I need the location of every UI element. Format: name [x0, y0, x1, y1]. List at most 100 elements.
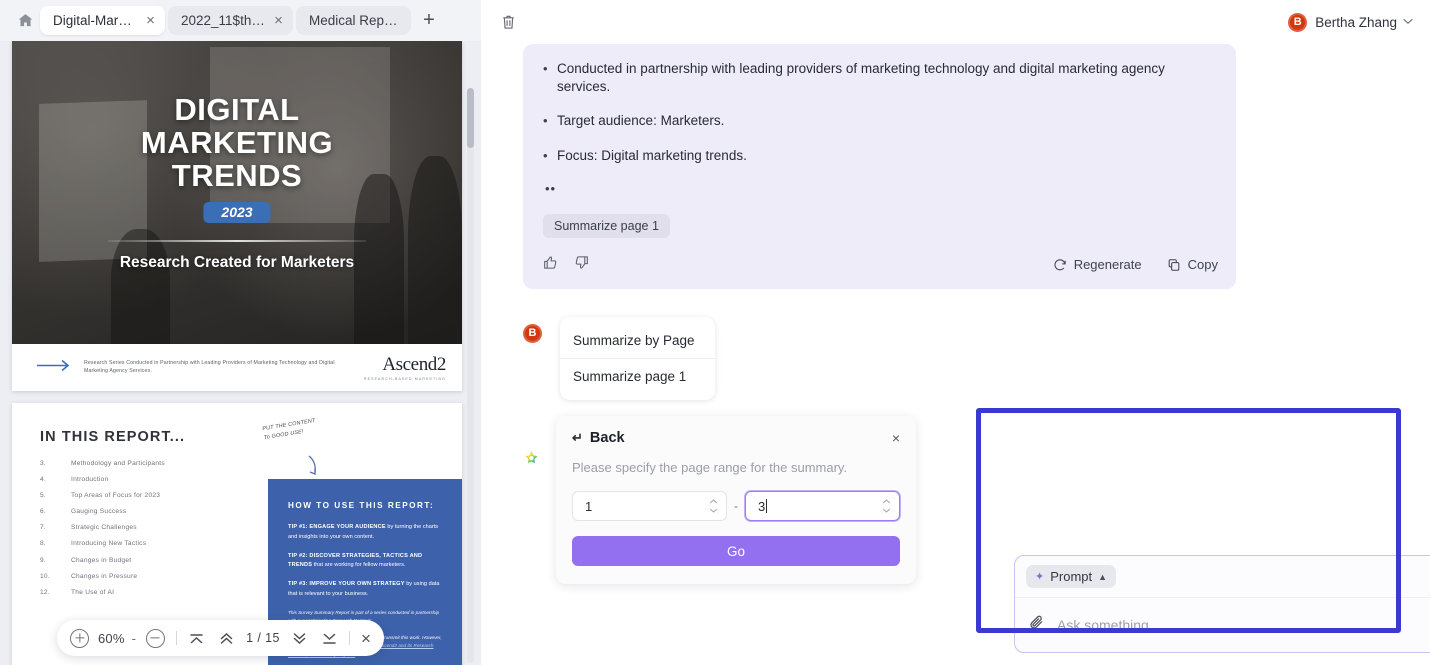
- avatar: B: [1288, 12, 1308, 32]
- tab-close-icon[interactable]: ×: [272, 13, 285, 28]
- regenerate-button[interactable]: Regenerate: [1053, 257, 1142, 272]
- toc-item: 8. Introducing New Tactics: [40, 540, 260, 547]
- chevron-up-icon: [709, 499, 718, 504]
- page-range-dialog-row: ↵ Back × Please specify the page range f…: [523, 416, 916, 584]
- app-root: Digital-Marketi... × 2022_11$thum... × M…: [0, 0, 1430, 665]
- message-input[interactable]: Ask something: [1057, 617, 1430, 633]
- toc-number: 4.: [40, 476, 46, 484]
- end-page-stepper[interactable]: [882, 492, 891, 520]
- close-viewer-icon[interactable]: ×: [361, 620, 371, 656]
- toc-title: Changes in Pressure: [71, 572, 138, 580]
- end-page-input[interactable]: 3: [745, 491, 900, 521]
- page-indicator[interactable]: 1 / 15: [243, 631, 283, 645]
- thumbs-down-icon[interactable]: [574, 255, 589, 275]
- toc-item: 4. Introduction: [40, 476, 260, 483]
- thumbs-up-icon[interactable]: [543, 255, 558, 275]
- start-page-stepper[interactable]: [709, 492, 718, 520]
- user-menu[interactable]: B Bertha Zhang: [1288, 12, 1413, 32]
- home-icon[interactable]: [10, 7, 40, 35]
- pdf-toolbar: 60% - 1 / 15 ×: [57, 620, 384, 656]
- curved-arrow-icon: [306, 455, 320, 482]
- pdf-viewer-panel: Digital-Marketi... × 2022_11$thum... × M…: [0, 0, 481, 665]
- logo-tagline: RESEARCH-BASED MARKETING: [363, 377, 446, 381]
- next-page-icon[interactable]: [291, 620, 308, 656]
- dialog-header: ↵ Back ×: [572, 430, 900, 446]
- chevron-down-icon[interactable]: [1403, 17, 1413, 28]
- regenerate-label: Regenerate: [1073, 257, 1142, 273]
- chat-composer: ✦ Prompt ▲ Output English ▾: [1014, 555, 1430, 653]
- bullet-marker: •: [543, 113, 548, 129]
- cover-footer: Research Series Conducted in Partnership…: [12, 344, 462, 391]
- trash-icon[interactable]: [495, 9, 521, 35]
- tab-digital-marketing[interactable]: Digital-Marketi... ×: [40, 6, 165, 35]
- bullet-item: • Conducted in partnership with leading …: [543, 60, 1218, 96]
- tip-1: TIP #1: ENGAGE YOUR AUDIENCE by turning …: [288, 523, 444, 543]
- cover-title-line-2: MARKETING: [140, 125, 334, 161]
- cover-year-badge: 2023: [203, 202, 271, 223]
- toolbar-divider: [348, 631, 350, 645]
- toc-number: 10.: [40, 572, 50, 580]
- cover-title: DIGITAL MARKETING TRENDS: [12, 92, 462, 193]
- logo-wordmark: Ascend2: [382, 354, 446, 375]
- composer-input-row: Ask something Enter Send; Shift + Enter …: [1015, 597, 1430, 652]
- tab-label: Medical Report...: [309, 13, 403, 28]
- ai-sparkle-icon: [523, 450, 540, 467]
- pdf-scrollbar[interactable]: [467, 88, 474, 663]
- prev-page-icon[interactable]: [218, 620, 235, 656]
- toc-item: 7. Strategic Challenges: [40, 524, 260, 531]
- toc-title: Strategic Challenges: [71, 524, 137, 532]
- composer-toolbar: ✦ Prompt ▲ Output English ▾: [1015, 556, 1430, 597]
- toc-item: 12. The Use of AI: [40, 589, 260, 596]
- back-button[interactable]: ↵ Back: [572, 430, 625, 446]
- cover-subtitle: Research Created for Marketers: [119, 254, 355, 271]
- first-page-icon[interactable]: [188, 620, 205, 656]
- toc-title: The Use of AI: [71, 588, 115, 596]
- pdf-scrollbar-thumb[interactable]: [467, 88, 474, 148]
- prompt-button[interactable]: ✦ Prompt ▲: [1026, 565, 1117, 588]
- chevron-up-icon: ▲: [1098, 571, 1108, 582]
- ascend2-logo: Ascend2 RESEARCH-BASED MARKETING: [363, 354, 447, 381]
- tab-close-icon[interactable]: ×: [144, 13, 157, 28]
- new-tab-button[interactable]: +: [416, 8, 442, 34]
- cover-title-line-1: DIGITAL: [174, 92, 300, 127]
- bullet-item: • Focus: Digital marketing trends.: [543, 147, 1218, 165]
- pdf-scroll-area[interactable]: DIGITAL MARKETING TRENDS 2023 Research C…: [0, 41, 481, 665]
- cover-footer-text: Research Series Conducted in Partnership…: [84, 359, 335, 374]
- toc-number: 3.: [40, 460, 46, 467]
- last-page-icon[interactable]: [321, 620, 338, 656]
- back-arrow-icon: ↵: [572, 430, 583, 445]
- bullet-marker: •: [543, 61, 548, 76]
- tip-3: TIP #3: IMPROVE YOUR OWN STRATEGY by usi…: [288, 580, 444, 600]
- close-icon[interactable]: ×: [892, 431, 900, 445]
- message-actions: Regenerate Copy: [543, 255, 1218, 275]
- start-page-value: 1: [585, 498, 593, 514]
- how-to-use-heading: HOW TO USE THIS REPORT:: [288, 501, 435, 510]
- chevron-down-icon: [709, 508, 718, 513]
- toc-number: 6.: [40, 508, 46, 516]
- paperclip-icon[interactable]: [1029, 614, 1045, 636]
- bullet-marker: •: [543, 147, 548, 163]
- page-range-dialog: ↵ Back × Please specify the page range f…: [556, 416, 916, 584]
- tab-medical-report[interactable]: Medical Report...: [296, 6, 411, 35]
- tab-2022-thumb[interactable]: 2022_11$thum... ×: [168, 6, 293, 35]
- toc-number: 5.: [40, 492, 46, 500]
- arrow-right-icon: [36, 359, 74, 377]
- start-page-input[interactable]: 1: [572, 491, 727, 521]
- toc-item: 3. Methodology and Participants: [40, 460, 260, 467]
- bullet-item: • Target audience: Marketers.: [543, 112, 1218, 130]
- text-caret: [766, 499, 768, 513]
- cover-hero-image: DIGITAL MARKETING TRENDS 2023 Research C…: [12, 41, 462, 344]
- tip-1-bold: TIP #1: ENGAGE YOUR AUDIENCE: [288, 524, 386, 530]
- cover-divider: [108, 240, 366, 242]
- zoom-out-icon[interactable]: [145, 620, 165, 656]
- copy-icon: [1168, 259, 1179, 271]
- go-button[interactable]: Go: [572, 536, 900, 566]
- summarize-page-chip[interactable]: Summarize page 1: [543, 213, 670, 238]
- zoom-in-icon[interactable]: [70, 620, 89, 656]
- pdf-page-1: DIGITAL MARKETING TRENDS 2023 Research C…: [12, 41, 462, 391]
- toc-number: 7.: [40, 524, 46, 532]
- copy-button[interactable]: Copy: [1167, 257, 1218, 272]
- toc-item: 9. Changes in Budget: [40, 557, 260, 564]
- chevron-up-icon: [882, 499, 891, 504]
- dialog-description: Please specify the page range for the su…: [572, 460, 848, 475]
